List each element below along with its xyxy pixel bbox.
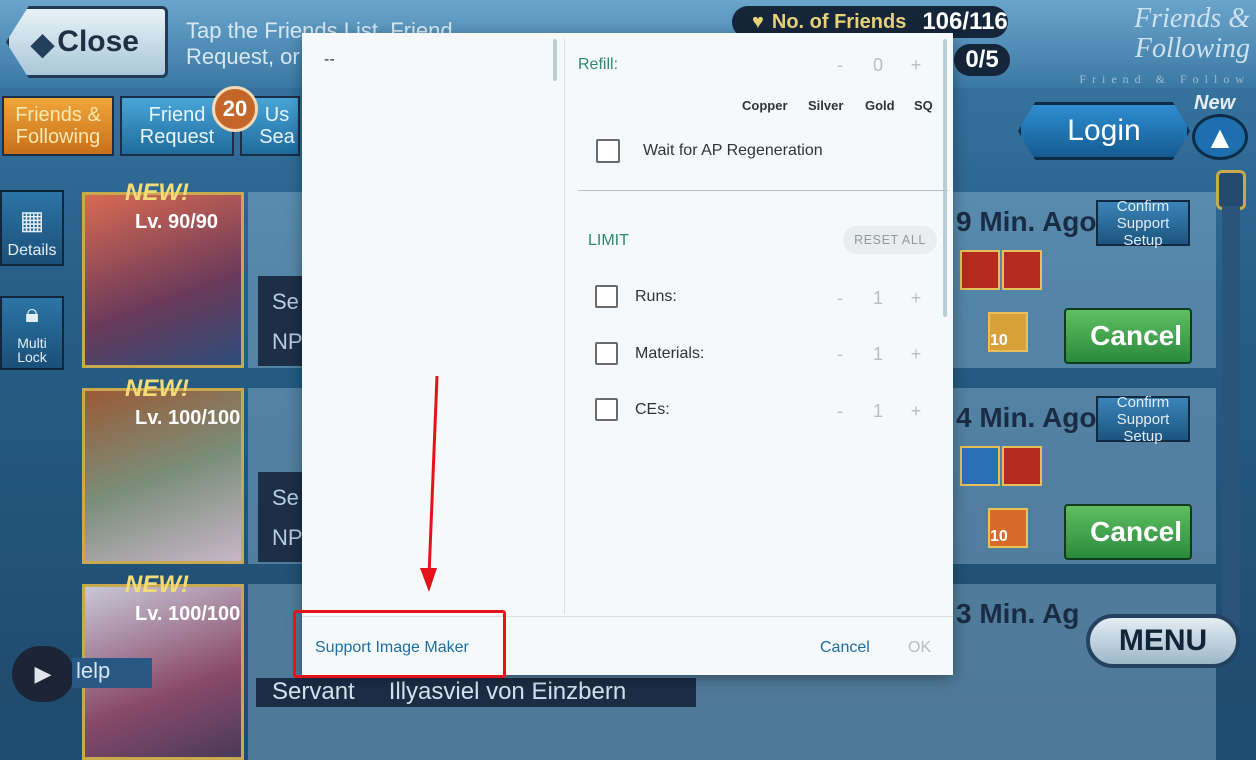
arrow-shaft [427, 375, 439, 577]
annotation-arrow [420, 375, 439, 592]
arrow-head [420, 568, 437, 592]
